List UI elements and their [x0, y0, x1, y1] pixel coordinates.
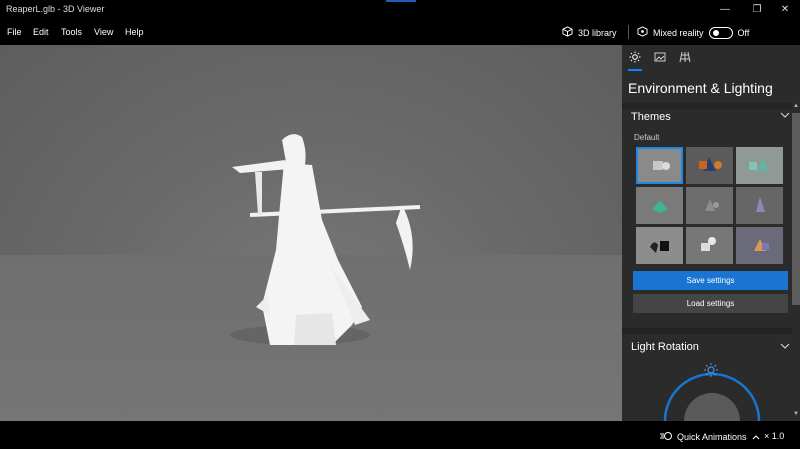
- library-label: 3D library: [578, 27, 617, 38]
- theme-grid: [636, 147, 783, 264]
- tab-stats[interactable]: [652, 51, 668, 67]
- title-bar: ReaperL.glb - 3D Viewer — ❐ ✕: [0, 0, 800, 19]
- mixed-reality-toggle[interactable]: [708, 26, 733, 39]
- light-sun-icon[interactable]: [703, 362, 719, 383]
- reaper-model: [230, 134, 421, 345]
- theme-default[interactable]: [636, 147, 683, 184]
- scrollbar-thumb[interactable]: [792, 113, 800, 305]
- load-settings-button[interactable]: Load settings: [633, 294, 788, 313]
- mixed-reality-icon: [637, 26, 648, 39]
- theme-orange[interactable]: [686, 147, 733, 184]
- tab-grid[interactable]: [677, 51, 693, 67]
- themes-subheading: Default: [634, 133, 660, 142]
- status-bar: Quick Animations × 1.0: [0, 421, 800, 449]
- scroll-up-icon[interactable]: ▲: [792, 103, 800, 109]
- theme-purple[interactable]: [736, 187, 783, 224]
- close-button[interactable]: ✕: [770, 0, 800, 19]
- menu-file[interactable]: File: [7, 27, 22, 37]
- theme-dark-shapes[interactable]: [636, 227, 683, 264]
- theme-green[interactable]: [636, 187, 683, 224]
- theme-grey[interactable]: [686, 187, 733, 224]
- panel-title: Environment & Lighting: [628, 80, 773, 96]
- menu-view[interactable]: View: [94, 27, 113, 37]
- animation-icon: [660, 431, 672, 443]
- image-icon: [654, 50, 666, 68]
- 3d-viewport[interactable]: [0, 45, 622, 421]
- maximize-button[interactable]: ❐: [742, 0, 772, 19]
- section-divider: [622, 103, 794, 109]
- cube-icon: [562, 26, 573, 39]
- theme-light[interactable]: [686, 227, 733, 264]
- tab-environment[interactable]: [627, 51, 643, 67]
- save-settings-button[interactable]: Save settings: [633, 271, 788, 290]
- mixed-reality-control[interactable]: Mixed reality Off: [637, 26, 749, 39]
- sun-icon: [629, 50, 641, 68]
- minimize-button[interactable]: —: [710, 0, 740, 19]
- window-title: ReaperL.glb - 3D Viewer: [6, 4, 105, 14]
- side-panel: Environment & Lighting Themes Default Sa…: [622, 45, 800, 421]
- section-divider: [622, 328, 794, 334]
- theme-teal[interactable]: [736, 147, 783, 184]
- quick-animations-label: Quick Animations: [677, 432, 747, 442]
- mixed-reality-state: Off: [737, 27, 750, 38]
- library-button[interactable]: 3D library: [562, 26, 617, 39]
- side-tabs: [622, 45, 800, 73]
- title-accent: [386, 0, 416, 2]
- themes-heading[interactable]: Themes: [631, 111, 671, 123]
- mixed-reality-label: Mixed reality: [653, 27, 704, 38]
- toolbar-separator: [628, 25, 629, 39]
- animation-speed-button[interactable]: × 1.0: [764, 431, 784, 441]
- active-tab-indicator: [628, 69, 642, 71]
- grid-icon: [679, 50, 691, 68]
- menu-help[interactable]: Help: [125, 27, 144, 37]
- theme-pastel[interactable]: [736, 227, 783, 264]
- light-rotation-heading[interactable]: Light Rotation: [631, 341, 699, 353]
- light-rotation-chevron-icon[interactable]: [780, 342, 790, 353]
- quick-animations-button[interactable]: Quick Animations: [660, 431, 760, 443]
- menu-tools[interactable]: Tools: [61, 27, 82, 37]
- scroll-down-icon[interactable]: ▼: [792, 411, 800, 417]
- themes-chevron-icon[interactable]: [780, 111, 790, 122]
- menu-edit[interactable]: Edit: [33, 27, 49, 37]
- menu-bar: File Edit Tools View Help 3D library Mix…: [0, 19, 800, 45]
- chevron-up-icon: [752, 432, 760, 442]
